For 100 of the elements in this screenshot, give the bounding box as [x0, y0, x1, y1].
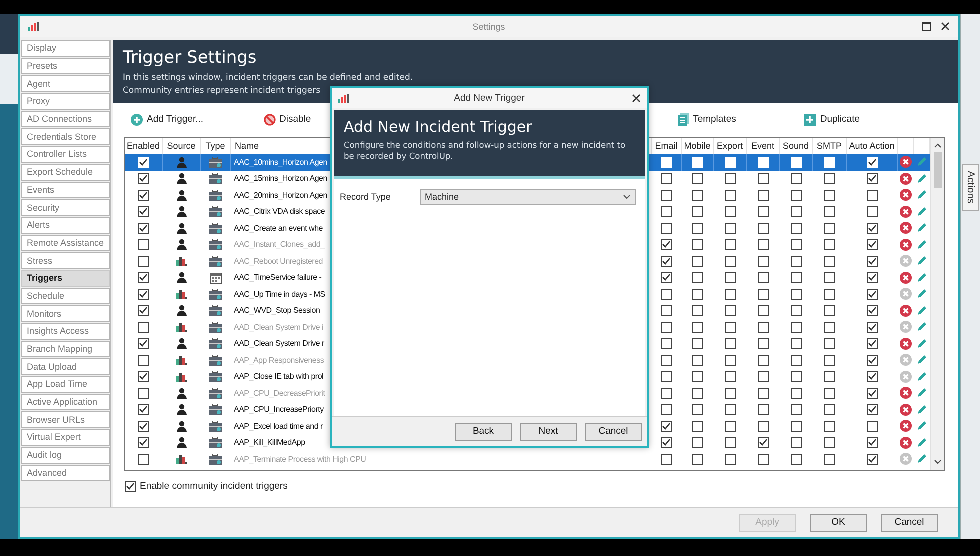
checkbox[interactable] — [824, 288, 835, 300]
checkbox[interactable] — [790, 190, 802, 201]
delete-icon[interactable] — [900, 272, 912, 284]
checkbox[interactable] — [661, 256, 672, 267]
sidebar-item[interactable]: Schedule — [21, 288, 110, 304]
checkbox[interactable] — [866, 322, 878, 333]
checkbox[interactable] — [692, 256, 703, 267]
checkbox[interactable] — [866, 190, 878, 201]
delete-icon[interactable] — [900, 206, 912, 218]
checkbox[interactable] — [724, 354, 736, 366]
checkbox[interactable] — [758, 404, 768, 416]
checkbox[interactable] — [661, 322, 672, 333]
sidebar-item[interactable]: Display — [21, 40, 110, 57]
checkbox[interactable] — [692, 371, 703, 382]
scrollbar-thumb[interactable] — [934, 152, 942, 188]
checkbox[interactable] — [790, 272, 802, 284]
sidebar-item[interactable]: Monitors — [21, 305, 110, 322]
checkbox[interactable] — [866, 305, 878, 316]
checkbox[interactable] — [790, 371, 802, 382]
checkbox[interactable] — [724, 338, 736, 350]
checkbox[interactable] — [692, 305, 703, 316]
checkbox[interactable] — [758, 305, 768, 316]
sidebar-item[interactable]: Proxy — [21, 93, 110, 110]
footer-button[interactable]: Cancel — [881, 514, 938, 532]
checkbox[interactable] — [692, 272, 703, 284]
checkbox[interactable] — [724, 454, 736, 465]
checkbox[interactable] — [661, 222, 672, 234]
checkbox[interactable] — [866, 437, 878, 448]
sidebar-item[interactable]: App Load Time — [21, 376, 110, 393]
sidebar-item[interactable]: Branch Mapping — [21, 340, 110, 358]
checkbox[interactable] — [724, 256, 736, 267]
sidebar-item[interactable]: Virtual Expert — [21, 429, 110, 446]
sidebar-item[interactable]: Events — [21, 182, 110, 198]
pencil-icon[interactable] — [916, 355, 926, 366]
checkbox[interactable] — [758, 454, 768, 465]
checkbox[interactable] — [724, 322, 736, 333]
checkbox[interactable] — [824, 239, 835, 250]
delete-icon[interactable] — [900, 304, 912, 317]
enabled-checkbox[interactable] — [138, 239, 149, 250]
sidebar-item[interactable]: Credentials Store — [21, 128, 110, 146]
checkbox[interactable] — [692, 239, 703, 250]
enabled-checkbox[interactable] — [138, 288, 149, 300]
checkbox[interactable] — [790, 454, 802, 465]
checkbox[interactable] — [866, 454, 878, 465]
checkbox[interactable] — [758, 190, 768, 201]
checkbox[interactable] — [866, 222, 878, 234]
checkbox[interactable] — [824, 354, 835, 366]
enabled-checkbox[interactable] — [138, 338, 149, 350]
pencil-icon[interactable] — [916, 388, 926, 398]
checkbox[interactable] — [692, 420, 703, 432]
checkbox[interactable] — [692, 288, 703, 300]
checkbox[interactable] — [724, 173, 736, 184]
checkbox[interactable] — [758, 173, 768, 184]
checkbox[interactable] — [790, 420, 802, 432]
checkbox[interactable] — [758, 322, 768, 333]
delete-icon[interactable] — [900, 404, 912, 416]
sidebar-item[interactable]: Active Application — [21, 394, 110, 410]
checkbox[interactable] — [866, 354, 878, 366]
checkbox[interactable] — [661, 454, 672, 465]
toolbar-button[interactable]: Templates — [678, 113, 736, 126]
checkbox[interactable] — [866, 173, 878, 184]
checkbox[interactable] — [661, 272, 672, 284]
checkbox[interactable] — [661, 371, 672, 382]
checkbox[interactable] — [758, 256, 768, 267]
close-icon[interactable] — [941, 22, 950, 31]
checkbox[interactable] — [824, 206, 835, 218]
checkbox[interactable] — [824, 173, 835, 184]
pencil-icon[interactable] — [916, 338, 926, 349]
checkbox[interactable] — [724, 305, 736, 316]
enabled-checkbox[interactable] — [138, 388, 149, 399]
checkbox[interactable] — [661, 239, 672, 250]
checkbox[interactable] — [866, 256, 878, 267]
dialog-button[interactable]: Back — [455, 422, 512, 440]
delete-icon[interactable] — [900, 222, 912, 234]
sidebar-item[interactable]: Remote Assistance — [21, 234, 110, 252]
enabled-checkbox[interactable] — [138, 454, 149, 465]
scrollbar[interactable] — [930, 138, 944, 470]
checkbox[interactable] — [790, 305, 802, 316]
record-type-dropdown[interactable]: Machine — [420, 189, 636, 205]
checkbox[interactable] — [790, 404, 802, 416]
pencil-icon[interactable] — [916, 438, 926, 448]
checkbox[interactable] — [692, 173, 703, 184]
checkbox[interactable] — [790, 256, 802, 267]
sidebar-item[interactable]: Insights Access — [21, 323, 110, 340]
checkbox[interactable] — [661, 305, 672, 316]
checkbox[interactable] — [866, 371, 878, 382]
checkbox[interactable] — [692, 222, 703, 234]
checkbox[interactable] — [724, 437, 736, 448]
checkbox[interactable] — [661, 420, 672, 432]
checkbox[interactable] — [824, 420, 835, 432]
enabled-checkbox[interactable] — [138, 272, 149, 284]
checkbox[interactable] — [866, 404, 878, 416]
pencil-icon[interactable] — [916, 206, 926, 217]
maximize-icon[interactable] — [922, 22, 931, 31]
pencil-icon[interactable] — [916, 372, 926, 382]
enabled-checkbox[interactable] — [138, 420, 149, 432]
checkbox[interactable] — [866, 239, 878, 250]
checkbox[interactable] — [824, 404, 835, 416]
checkbox[interactable] — [824, 338, 835, 350]
checkbox[interactable] — [824, 322, 835, 333]
